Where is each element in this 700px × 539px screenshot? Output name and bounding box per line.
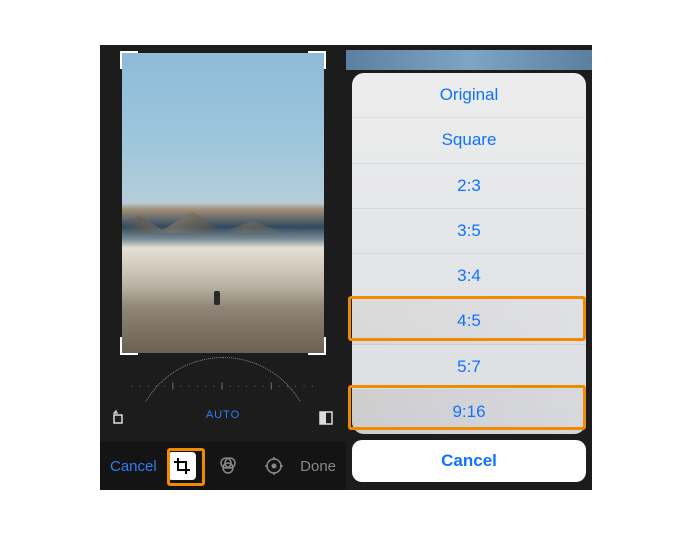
aspect-ratio-sheet-pane: Original Square 2:3 3:5 3:4 4:5 5:7 9:16…: [346, 45, 592, 490]
aspect-option-5-7[interactable]: 5:7: [352, 345, 586, 390]
done-button[interactable]: Done: [300, 458, 336, 475]
adjust-tool-button[interactable]: [260, 452, 288, 480]
aspect-option-9-16[interactable]: 9:16: [352, 390, 586, 434]
dial-ticks: · · · · · | · · · · · | · · · · · | · · …: [130, 383, 316, 390]
crop-handle-tl[interactable]: [120, 51, 138, 69]
crop-handle-tr[interactable]: [308, 51, 326, 69]
crop-control-row: [100, 403, 346, 433]
aspect-option-square[interactable]: Square: [352, 118, 586, 163]
crop-handle-br[interactable]: [308, 337, 326, 355]
cancel-button[interactable]: Cancel: [110, 458, 157, 475]
tool-icons: [168, 452, 288, 480]
aspect-option-2-3[interactable]: 2:3: [352, 164, 586, 209]
aspect-icon[interactable]: [316, 408, 336, 428]
blurred-photo-strip: [346, 50, 592, 70]
rotation-dial[interactable]: · · · · · | · · · · · | · · · · · | · · …: [100, 357, 346, 407]
filters-tool-button[interactable]: [214, 452, 242, 480]
sheet-cancel-button[interactable]: Cancel: [352, 440, 586, 482]
crop-tool-button[interactable]: [168, 452, 196, 480]
crop-handle-bl[interactable]: [120, 337, 138, 355]
aspect-option-original[interactable]: Original: [352, 73, 586, 118]
screenshot-pair: · · · · · | · · · · · | · · · · · | · · …: [100, 45, 592, 490]
rotate-icon[interactable]: [110, 408, 130, 428]
photo-canvas[interactable]: [122, 53, 324, 353]
aspect-option-4-5[interactable]: 4:5: [352, 299, 586, 344]
aspect-ratio-sheet: Original Square 2:3 3:5 3:4 4:5 5:7 9:16: [352, 73, 586, 434]
photo-crop-editor: · · · · · | · · · · · | · · · · · | · · …: [100, 45, 346, 490]
aspect-option-3-4[interactable]: 3:4: [352, 254, 586, 299]
aspect-option-3-5[interactable]: 3:5: [352, 209, 586, 254]
editor-bottom-bar: Cancel Done: [100, 442, 346, 490]
